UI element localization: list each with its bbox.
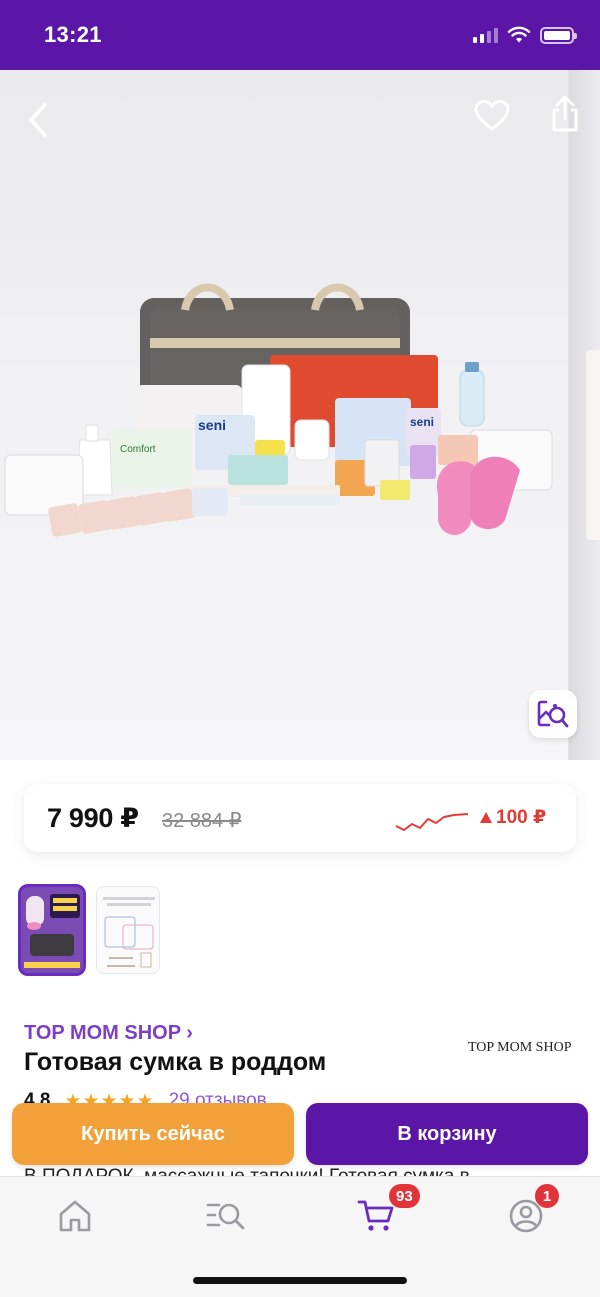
current-price: 7 990 ₽ — [47, 803, 139, 833]
rating-row[interactable]: 4,8 ★★★★★ 29 отзывов — [24, 1090, 267, 1104]
catalog-search-icon — [206, 1203, 245, 1230]
rating-stars: ★★★★★ — [64, 1091, 155, 1104]
thumbnail-strip — [18, 884, 160, 976]
reviews-link[interactable]: 29 отзывов — [169, 1090, 267, 1104]
status-icons — [473, 26, 577, 44]
home-indicator — [193, 1277, 407, 1284]
profile-badge: 1 — [535, 1184, 559, 1208]
battery-icon — [540, 26, 577, 44]
tab-home[interactable] — [45, 1191, 105, 1241]
buy-now-button[interactable]: Купить сейчас — [12, 1103, 294, 1165]
chevron-right-icon: › — [186, 1022, 193, 1044]
product-image-gallery[interactable]: Comfort seni seni — [0, 70, 600, 760]
home-icon — [59, 1200, 91, 1232]
share-button[interactable] — [543, 90, 587, 138]
tab-catalog[interactable] — [196, 1191, 256, 1241]
price-change-value: 100 ₽ — [496, 807, 547, 828]
status-bar: 13:21 — [0, 0, 600, 70]
thumbnail-1-image — [20, 886, 84, 974]
product-image: Comfort seni seni — [4, 283, 553, 537]
svg-text:seni: seni — [198, 417, 226, 433]
add-to-cart-button[interactable]: В корзину — [306, 1103, 588, 1165]
price-trend-sparkline — [395, 813, 469, 831]
status-time: 13:21 — [44, 22, 102, 47]
image-search-icon — [537, 700, 569, 728]
signal-icon — [473, 27, 498, 43]
price-up-icon — [480, 812, 492, 823]
rating-value: 4,8 — [24, 1090, 51, 1104]
svg-text:Comfort: Comfort — [120, 444, 156, 455]
image-search-button[interactable] — [529, 690, 577, 738]
favorite-button[interactable] — [470, 94, 514, 138]
share-icon — [552, 95, 578, 132]
product-title: Готовая сумка в роддом — [24, 1048, 327, 1076]
cart-icon — [357, 1200, 394, 1231]
product-page: 13:21 Comfort seni seni 7 990 ₽ 32 884 ₽… — [0, 0, 600, 1297]
heart-icon — [474, 100, 510, 131]
thumbnail-2-image — [97, 887, 159, 973]
back-button[interactable] — [18, 98, 58, 142]
wifi-icon — [507, 26, 531, 43]
thumbnail-2[interactable] — [96, 886, 160, 974]
price-card[interactable]: 7 990 ₽ 32 884 ₽ 100 ₽ — [24, 784, 576, 852]
brand-name: TOP MOM SHOP — [24, 1022, 181, 1044]
cart-badge: 93 — [389, 1184, 420, 1208]
price-change: 100 ₽ — [480, 806, 546, 829]
old-price: 32 884 ₽ — [162, 810, 242, 832]
back-icon — [29, 103, 47, 137]
svg-text:seni: seni — [410, 415, 434, 429]
brand-logo[interactable]: TOP MOM SHOP — [468, 1040, 571, 1056]
thumbnail-1[interactable] — [18, 884, 86, 976]
brand-link[interactable]: TOP MOM SHOP › — [24, 1022, 193, 1045]
